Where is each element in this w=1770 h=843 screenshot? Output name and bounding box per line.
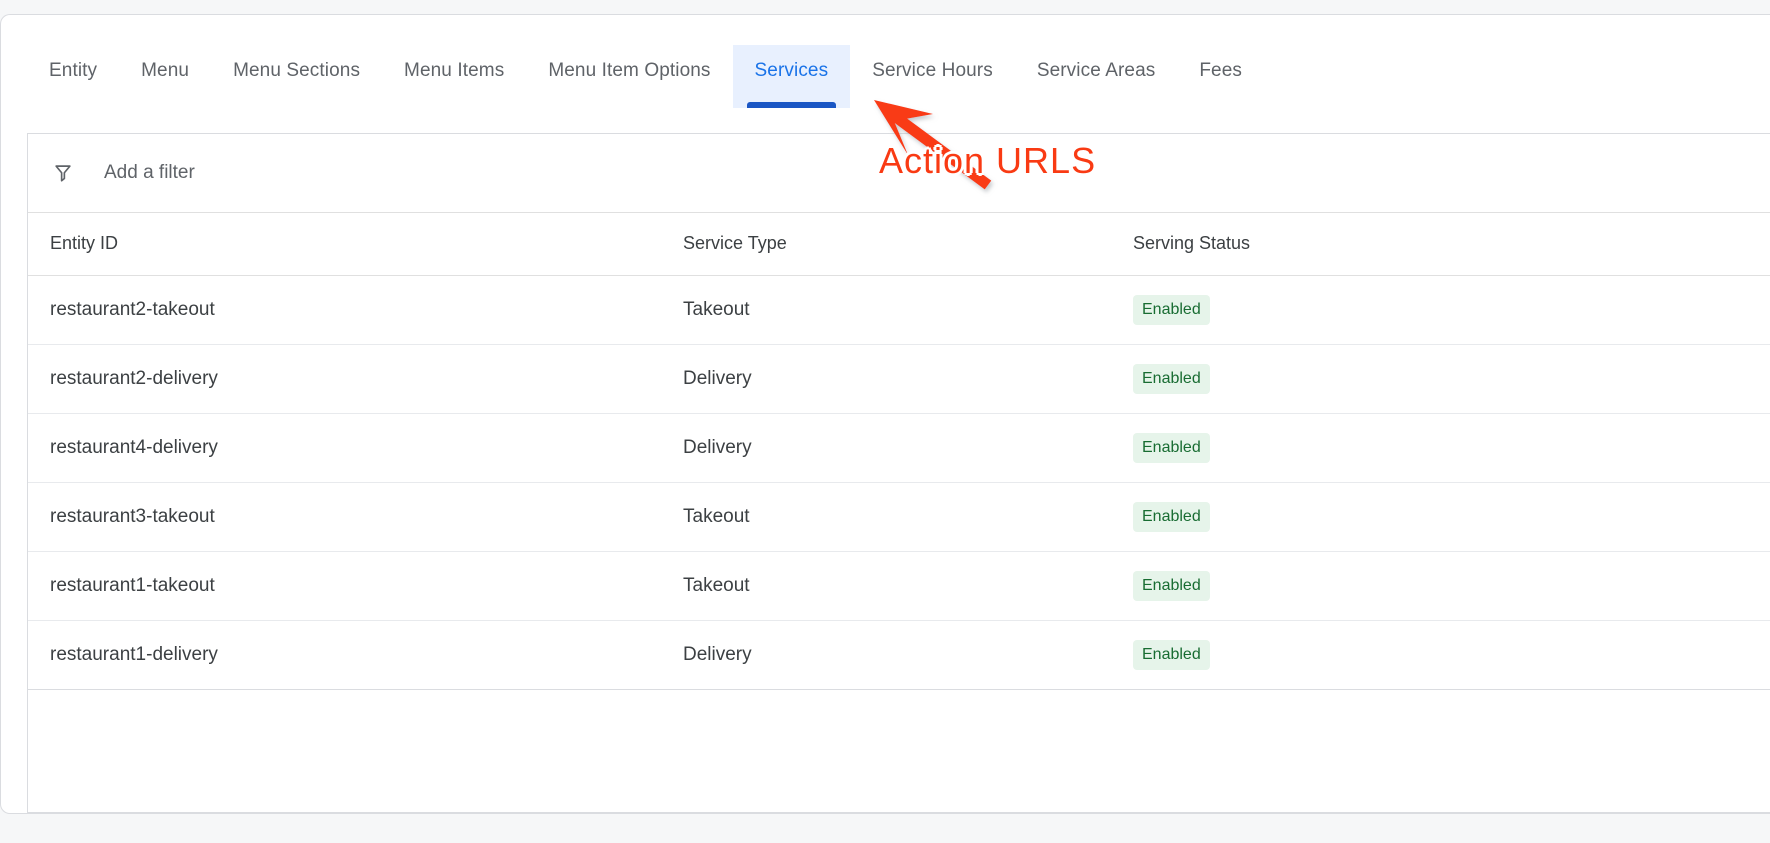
column-header-service-type[interactable]: Service Type [683, 213, 1133, 276]
entity-tab-bar: Entity Menu Menu Sections Menu Items Men… [1, 15, 1770, 108]
tab-label: Service Hours [872, 60, 993, 81]
tab-label: Menu [141, 60, 190, 81]
table-row[interactable]: restaurant2-takeout Takeout Enabled [28, 275, 1770, 345]
table-row[interactable]: restaurant1-takeout Takeout Enabled [28, 551, 1770, 621]
cell-entity-id: restaurant1-delivery [28, 620, 683, 690]
cell-serving-status: Enabled [1133, 275, 1770, 345]
tab-label: Services [754, 60, 829, 81]
cell-entity-id: restaurant2-takeout [28, 275, 683, 345]
app-content-surface: Entity Menu Menu Sections Menu Items Men… [0, 14, 1770, 814]
cell-entity-id: restaurant1-takeout [28, 551, 683, 621]
tab-service-areas[interactable]: Service Areas [1015, 45, 1178, 108]
cell-serving-status: Enabled [1133, 413, 1770, 483]
table-row[interactable]: restaurant1-delivery Delivery Enabled [28, 620, 1770, 690]
tab-label: Menu Item Options [548, 60, 711, 81]
status-badge: Enabled [1133, 432, 1210, 463]
filter-bar[interactable]: Add a filter [28, 134, 1770, 213]
status-badge: Enabled [1133, 363, 1210, 394]
tab-fees[interactable]: Fees [1177, 45, 1264, 108]
cell-serving-status: Enabled [1133, 482, 1770, 552]
tab-services[interactable]: Services [732, 45, 851, 108]
table-row[interactable]: restaurant3-takeout Takeout Enabled [28, 482, 1770, 552]
filter-input[interactable]: Add a filter [104, 162, 195, 184]
tab-label: Service Areas [1036, 60, 1156, 81]
cell-service-type: Delivery [683, 344, 1133, 414]
tab-menu-items[interactable]: Menu Items [382, 45, 526, 108]
status-badge: Enabled [1133, 570, 1210, 601]
tab-label: Entity [49, 60, 98, 81]
cell-serving-status: Enabled [1133, 620, 1770, 690]
cell-entity-id: restaurant4-delivery [28, 413, 683, 483]
cell-entity-id: restaurant3-takeout [28, 482, 683, 552]
cell-service-type: Takeout [683, 482, 1133, 552]
cell-service-type: Takeout [683, 551, 1133, 621]
cell-service-type: Delivery [683, 620, 1133, 690]
tab-label: Menu Items [404, 60, 505, 81]
table-row[interactable]: restaurant2-delivery Delivery Enabled [28, 344, 1770, 414]
tab-label: Menu Sections [233, 60, 361, 81]
cell-serving-status: Enabled [1133, 551, 1770, 621]
cell-serving-status: Enabled [1133, 344, 1770, 414]
table-header: Entity ID Service Type Serving Status [28, 213, 1770, 276]
tab-entity[interactable]: Entity [27, 45, 119, 108]
tab-menu[interactable]: Menu [119, 45, 211, 108]
status-badge: Enabled [1133, 294, 1210, 325]
tab-service-hours[interactable]: Service Hours [850, 45, 1015, 108]
cell-service-type: Delivery [683, 413, 1133, 483]
column-header-serving-status[interactable]: Serving Status [1133, 213, 1770, 276]
services-table-card: Add a filter Entity ID Service Type Serv… [27, 133, 1770, 813]
cell-entity-id: restaurant2-delivery [28, 344, 683, 414]
active-tab-indicator [746, 102, 837, 108]
column-header-entity-id[interactable]: Entity ID [28, 213, 683, 276]
status-badge: Enabled [1133, 501, 1210, 532]
tab-menu-sections[interactable]: Menu Sections [211, 45, 382, 108]
table-body: restaurant2-takeout Takeout Enabled rest… [28, 275, 1770, 690]
status-badge: Enabled [1133, 639, 1210, 670]
tab-label: Fees [1199, 60, 1242, 81]
cell-service-type: Takeout [683, 275, 1133, 345]
tab-menu-item-options[interactable]: Menu Item Options [526, 45, 732, 108]
filter-funnel-icon[interactable] [50, 160, 76, 186]
table-row[interactable]: restaurant4-delivery Delivery Enabled [28, 413, 1770, 483]
services-table: Entity ID Service Type Serving Status re… [28, 213, 1770, 690]
table-header-row: Entity ID Service Type Serving Status [28, 213, 1770, 276]
